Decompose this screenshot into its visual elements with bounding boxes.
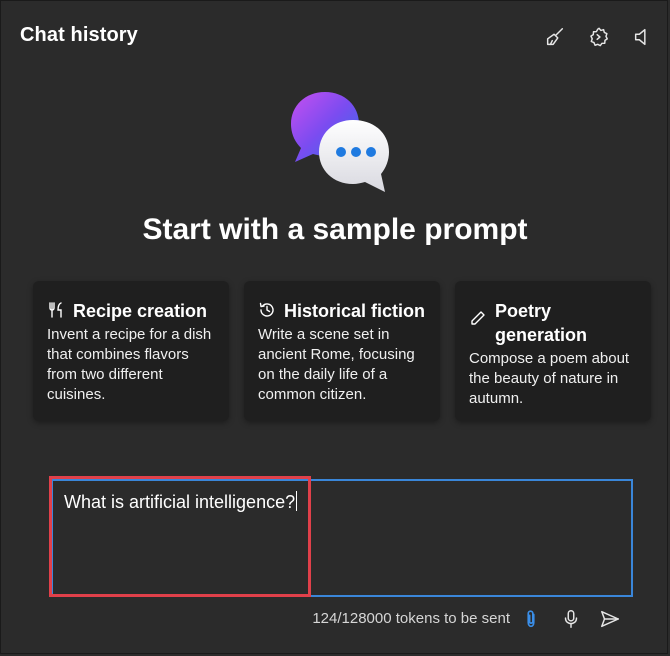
card-title: Recipe creation xyxy=(73,301,208,321)
chat-bubbles-illustration xyxy=(285,90,395,195)
gear-icon[interactable] xyxy=(586,24,612,50)
card-title: Poetry generation xyxy=(495,301,588,345)
card-description: Invent a recipe for a dish that combines… xyxy=(47,326,212,403)
prompt-card-recipe[interactable]: Recipe creation Invent a recipe for a di… xyxy=(33,281,229,421)
history-icon xyxy=(258,301,276,319)
header-actions xyxy=(542,24,656,50)
card-title: Historical fiction xyxy=(284,301,426,321)
send-icon[interactable] xyxy=(599,608,621,630)
broom-icon[interactable] xyxy=(542,24,568,50)
card-description: Compose a poem about the beauty of natur… xyxy=(469,350,630,407)
paperclip-icon[interactable] xyxy=(520,608,542,630)
input-footer: 124/128000 tokens to be sent xyxy=(0,608,670,632)
pen-icon xyxy=(469,309,487,327)
prompt-input-text[interactable]: What is artificial intelligence? xyxy=(64,491,298,513)
prompt-card-historical[interactable]: Historical fiction Write a scene set in … xyxy=(244,281,440,421)
prompt-card-poetry[interactable]: Poetry generation Compose a poem about t… xyxy=(455,281,651,421)
card-description: Write a scene set in ancient Rome, focus… xyxy=(258,326,415,403)
fork-knife-icon xyxy=(47,301,65,319)
page-title: Chat history xyxy=(20,24,138,46)
speaker-icon[interactable] xyxy=(630,24,656,50)
token-count: 124/128000 tokens to be sent xyxy=(312,610,510,627)
header: Chat history xyxy=(0,0,670,72)
microphone-icon[interactable] xyxy=(560,608,582,630)
sample-prompt-heading: Start with a sample prompt xyxy=(142,213,528,246)
